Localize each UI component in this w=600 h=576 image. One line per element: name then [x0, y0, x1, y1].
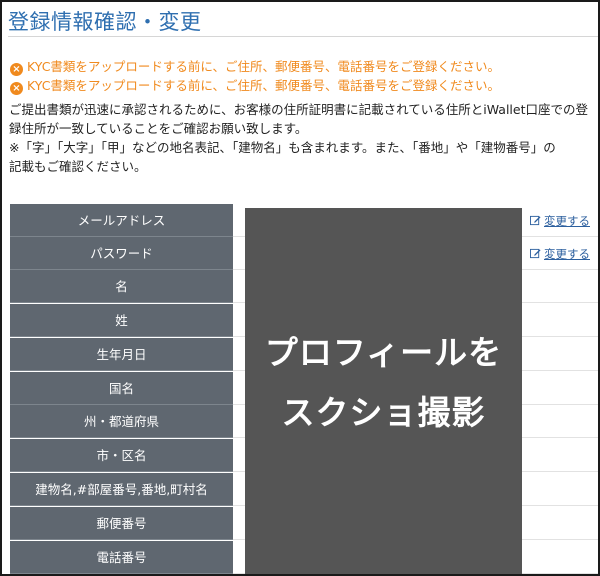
- warning-message-2: × KYC書類をアップロードする前に、ご住所、郵便番号、電話番号をご登録ください。: [10, 75, 500, 95]
- overlay-text-line-2: スクショ撮影: [281, 393, 486, 432]
- page-title: 登録情報確認・変更: [8, 10, 202, 34]
- row-label-phone: 電話番号: [10, 541, 233, 574]
- warning-text-2: KYC書類をアップロードする前に、ご住所、郵便番号、電話番号をご登録ください。: [27, 78, 501, 93]
- row-label-prefecture: 州・都道府県: [10, 405, 233, 438]
- address-notice: ご提出書類が迅速に承認されるために、お客様の住所証明書に記載されている住所とiW…: [9, 100, 598, 176]
- row-label-first-name: 名: [10, 270, 233, 303]
- row-label-city: 市・区名: [10, 439, 233, 472]
- change-password-link[interactable]: 変更する: [530, 246, 590, 262]
- row-label-country: 国名: [10, 372, 233, 405]
- row-label-password: パスワード: [10, 237, 233, 270]
- edit-pen-icon: [530, 248, 541, 259]
- row-label-postal-code: 郵便番号: [10, 507, 233, 540]
- screenshot-overlay: プロフィールを スクショ撮影: [245, 208, 522, 574]
- row-label-birthdate: 生年月日: [10, 338, 233, 371]
- notice-line-1: ご提出書類が迅速に承認されるために、お客様の住所証明書に記載されている住所とiW…: [9, 102, 588, 117]
- overlay-text-line-1: プロフィールを: [264, 333, 503, 372]
- row-label-email: メールアドレス: [10, 204, 233, 237]
- notice-line-2: 録住所が一致していることをご確認お願い致します。: [9, 121, 308, 136]
- change-email-link[interactable]: 変更する: [530, 213, 590, 229]
- row-label-address: 建物名,#部屋番号,番地,町村名: [10, 473, 233, 506]
- page-frame: 登録情報確認・変更 × KYC書類をアップロードする前に、ご住所、郵便番号、電話番…: [0, 0, 600, 576]
- edit-pen-icon: [530, 215, 541, 226]
- notice-line-4: 記載もご確認ください。: [9, 159, 147, 174]
- title-divider: [8, 36, 598, 37]
- notice-line-3: ※「字」「大字」「甲」などの地名表記、「建物名」も含まれます。また、「番地」や「…: [9, 140, 556, 155]
- close-circle-icon: ×: [10, 82, 23, 95]
- row-label-last-name: 姓: [10, 304, 233, 337]
- warning-text-1: KYC書類をアップロードする前に、ご住所、郵便番号、電話番号をご登録ください。: [27, 59, 501, 74]
- change-email-label: 変更する: [544, 214, 590, 228]
- change-password-label: 変更する: [544, 247, 590, 261]
- warning-message-1: × KYC書類をアップロードする前に、ご住所、郵便番号、電話番号をご登録ください。: [10, 56, 500, 76]
